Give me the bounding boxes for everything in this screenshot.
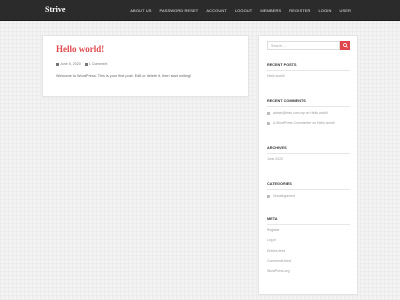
top-bar: Strive ABOUT US PASSWORD RESET ACCOUNT L…: [0, 0, 400, 21]
search-button[interactable]: [340, 41, 350, 50]
post-date-text[interactable]: June 5, 2020: [60, 62, 81, 66]
recent-comments-heading: RECENT COMMENTS: [267, 99, 306, 103]
archive-link[interactable]: June 2020: [267, 157, 283, 161]
comment-icon: [267, 111, 270, 115]
nav-user[interactable]: USER: [339, 8, 351, 13]
post-meta: June 5, 2020 1 Comment: [56, 62, 107, 66]
search-form: [267, 41, 350, 50]
recent-post-link[interactable]: Hello world!: [267, 74, 285, 78]
meta-register-link[interactable]: Register: [267, 228, 280, 232]
divider: [267, 153, 350, 154]
post-card: Hello world! June 5, 2020 1 Comment Welc…: [42, 35, 249, 97]
nav-login[interactable]: LOGIN: [319, 8, 332, 13]
meta-item: Log in: [267, 238, 276, 242]
folder-icon: [267, 194, 270, 198]
recent-comment-link[interactable]: A WordPress Commenter on Hello world!: [273, 121, 335, 125]
nav-account[interactable]: ACCOUNT: [206, 8, 226, 13]
divider: [267, 224, 350, 225]
recent-post-item: Hello world!: [267, 74, 285, 78]
comment-icon: [84, 62, 88, 66]
meta-item: Comments feed: [267, 259, 291, 263]
post-comments: 1 Comment: [84, 62, 108, 66]
post-date: June 5, 2020: [56, 62, 81, 66]
recent-posts-heading: RECENT POSTS: [267, 63, 297, 67]
recent-comment-item: admin@fmtc.com.wp on Hello world!: [267, 111, 328, 115]
divider: [267, 70, 350, 71]
category-link[interactable]: Uncategorized: [273, 194, 295, 198]
post-excerpt: Welcome to WordPress. This is your first…: [56, 74, 192, 78]
recent-comment-link[interactable]: admin@fmtc.com.wp on Hello world!: [273, 111, 328, 115]
recent-comment-item: A WordPress Commenter on Hello world!: [267, 121, 335, 125]
post-title[interactable]: Hello world!: [56, 44, 104, 54]
category-item: Uncategorized: [267, 194, 295, 198]
meta-comments-feed-link[interactable]: Comments feed: [267, 259, 291, 263]
nav-password-reset[interactable]: PASSWORD RESET: [159, 8, 198, 13]
calendar-icon: [56, 62, 59, 66]
main-nav: ABOUT US PASSWORD RESET ACCOUNT LOGOUT M…: [130, 8, 351, 13]
meta-item: WordPress.org: [267, 269, 290, 273]
nav-register[interactable]: REGISTER: [289, 8, 310, 13]
comment-icon: [267, 121, 270, 125]
nav-logout[interactable]: LOGOUT: [235, 8, 253, 13]
nav-members[interactable]: MEMBERS: [260, 8, 281, 13]
sidebar: RECENT POSTS Hello world! RECENT COMMENT…: [258, 35, 358, 295]
site-title[interactable]: Strive: [45, 5, 65, 14]
meta-login-link[interactable]: Log in: [267, 238, 276, 242]
meta-item: Register: [267, 228, 280, 232]
meta-entries-feed-link[interactable]: Entries feed: [267, 249, 285, 253]
categories-heading: CATEGORIES: [267, 182, 292, 186]
search-input[interactable]: [267, 41, 340, 50]
archive-item: June 2020: [267, 157, 283, 161]
archives-heading: ARCHIVES: [267, 146, 287, 150]
meta-item: Entries feed: [267, 249, 285, 253]
meta-wordpress-link[interactable]: WordPress.org: [267, 269, 290, 273]
post-comments-text[interactable]: 1 Comment: [89, 62, 108, 66]
meta-heading: META: [267, 217, 278, 221]
divider: [267, 189, 350, 190]
search-icon: [342, 43, 348, 48]
divider: [267, 106, 350, 107]
nav-about-us[interactable]: ABOUT US: [130, 8, 151, 13]
